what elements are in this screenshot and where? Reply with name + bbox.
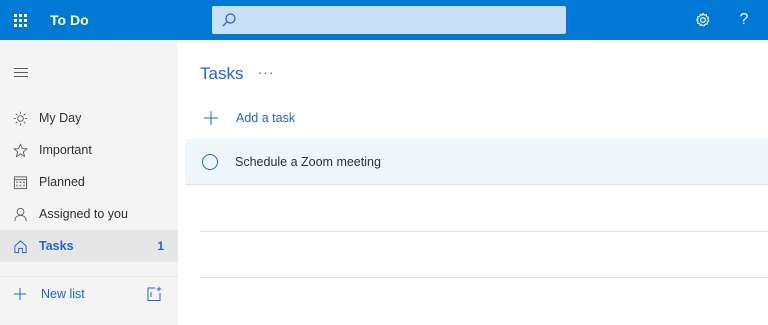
settings-button[interactable] xyxy=(683,0,723,40)
search-icon xyxy=(222,13,236,27)
new-list-label: New list xyxy=(41,287,85,301)
star-icon xyxy=(12,143,28,157)
waffle-icon xyxy=(13,13,27,27)
plus-icon xyxy=(14,288,26,300)
sidebar-item-my-day[interactable]: My Day xyxy=(0,102,178,134)
sidebar-divider xyxy=(0,276,178,277)
app-title[interactable]: To Do xyxy=(50,0,89,40)
new-group-icon xyxy=(147,286,162,301)
person-icon xyxy=(13,207,27,221)
home-icon xyxy=(13,239,27,253)
sun-icon xyxy=(13,111,27,125)
sidebar-item-important[interactable]: Important xyxy=(0,134,178,166)
main-pane: Tasks ··· Add a task Schedule a Zoom mee… xyxy=(178,40,768,325)
hamburger-menu-button[interactable] xyxy=(10,62,32,82)
empty-row-divider xyxy=(200,231,768,232)
search-box[interactable] xyxy=(212,6,566,34)
sidebar-item-assigned-to-you[interactable]: Assigned to you xyxy=(0,198,178,230)
help-icon: ? xyxy=(739,11,749,28)
task-title: Schedule a Zoom meeting xyxy=(235,154,381,169)
add-task-input[interactable]: Add a task xyxy=(200,102,760,134)
task-count-badge: 1 xyxy=(157,239,164,253)
sidebar-item-label: Tasks xyxy=(39,239,74,253)
sidebar-item-label: Planned xyxy=(39,175,85,189)
top-bar: To Do ? xyxy=(0,0,768,40)
new-group-button[interactable] xyxy=(144,284,164,304)
list-options-button[interactable]: ··· xyxy=(256,62,276,82)
plus-icon xyxy=(204,111,218,125)
sidebar-item-label: Important xyxy=(39,143,92,157)
page-title[interactable]: Tasks xyxy=(200,64,243,84)
task-row[interactable]: Schedule a Zoom meeting xyxy=(185,139,768,185)
task-complete-checkbox[interactable] xyxy=(202,153,218,170)
help-button[interactable]: ? xyxy=(724,0,764,40)
new-list-button[interactable]: New list xyxy=(0,278,140,310)
sidebar: My Day Important Planned Assigned to you… xyxy=(0,40,178,325)
app-launcher-button[interactable] xyxy=(0,0,40,40)
gear-icon xyxy=(695,12,710,27)
empty-row-divider xyxy=(200,277,768,278)
sidebar-item-tasks[interactable]: Tasks 1 xyxy=(0,230,178,262)
search-input[interactable] xyxy=(242,6,562,34)
sidebar-item-label: My Day xyxy=(39,111,82,125)
calendar-icon xyxy=(13,175,27,189)
add-task-label: Add a task xyxy=(236,111,296,125)
sidebar-item-label: Assigned to you xyxy=(39,207,128,221)
sidebar-item-planned[interactable]: Planned xyxy=(0,166,178,198)
